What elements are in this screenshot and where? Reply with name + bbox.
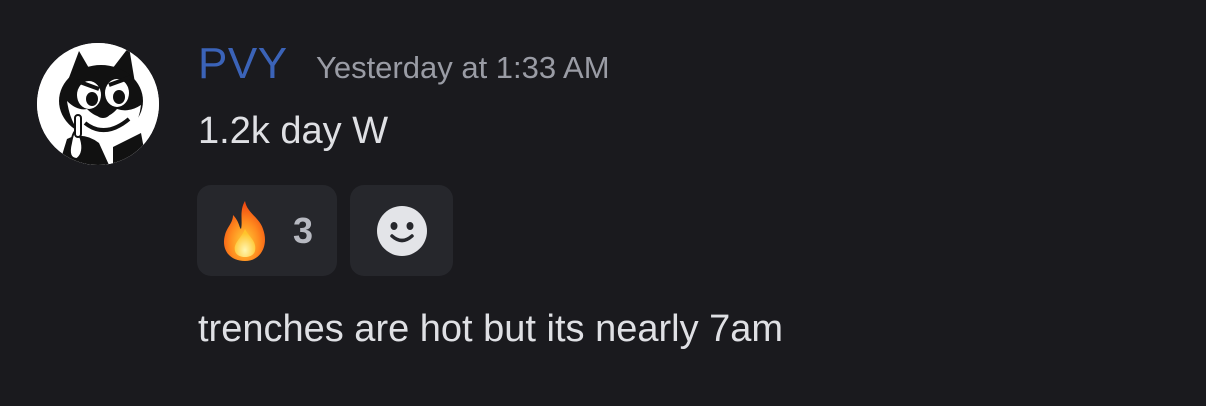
reaction-fire[interactable]: 3 bbox=[197, 185, 337, 276]
felix-cat-avatar-icon bbox=[37, 43, 159, 165]
add-reaction-button[interactable] bbox=[350, 185, 453, 276]
message-timestamp[interactable]: Yesterday at 1:33 AM bbox=[316, 50, 610, 86]
message-content: 1.2k day W bbox=[198, 110, 389, 152]
username[interactable]: PVY bbox=[198, 38, 288, 90]
reaction-count: 3 bbox=[293, 209, 314, 251]
message-group: PVY Yesterday at 1:33 AM 1.2k day W 3 tr… bbox=[0, 0, 1206, 406]
fire-emoji-icon bbox=[223, 200, 265, 261]
user-avatar[interactable] bbox=[37, 43, 159, 165]
smiley-face-icon bbox=[376, 205, 427, 256]
reactions-bar: 3 bbox=[197, 185, 453, 276]
message-content-followup: trenches are hot but its nearly 7am bbox=[198, 308, 784, 350]
